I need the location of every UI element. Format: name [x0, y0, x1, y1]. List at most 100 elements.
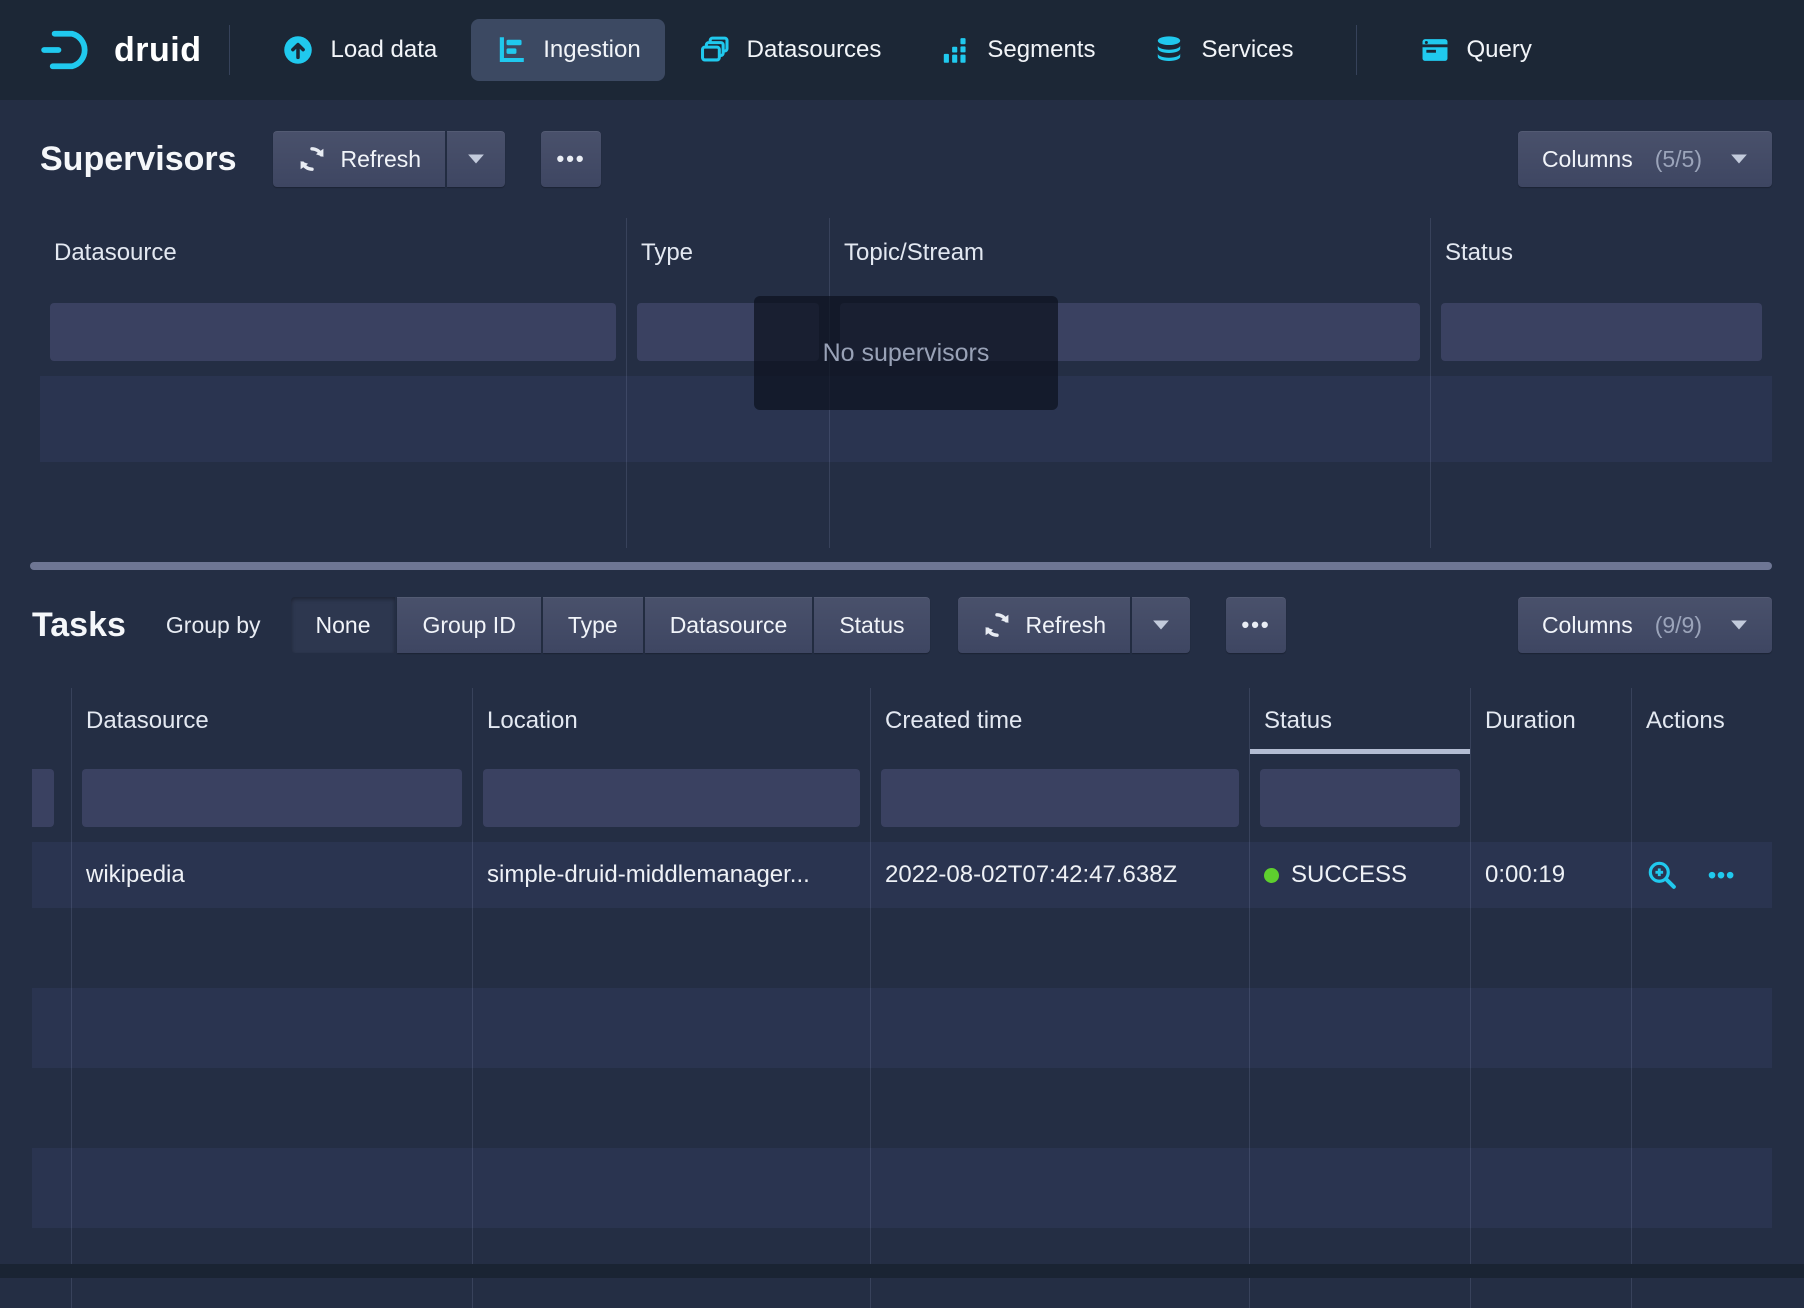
group-by-segmented-control: None Group ID Type Datasource Status [291, 597, 930, 653]
nav-segments[interactable]: Segments [915, 19, 1119, 81]
tasks-table: Datasource Location Created time Status … [32, 688, 1772, 1308]
upload-icon [282, 34, 314, 66]
more-icon: ••• [557, 146, 586, 172]
druid-logo[interactable]: druid [40, 27, 201, 73]
table-row [32, 1068, 1772, 1148]
column-header-datasource[interactable]: Datasource [72, 688, 473, 754]
tasks-title: Tasks [32, 606, 126, 645]
supervisors-section: Supervisors Refresh [0, 130, 1804, 570]
supervisors-table-header: Datasource Type Topic/Stream Status [40, 218, 1772, 288]
horizontal-scrollbar[interactable] [30, 562, 1772, 570]
supervisors-columns-button[interactable]: Columns (5/5) [1518, 131, 1772, 187]
tasks-columns-button[interactable]: Columns (9/9) [1518, 597, 1772, 653]
group-by-group-id-button[interactable]: Group ID [397, 597, 540, 653]
nav-item-label: Segments [987, 36, 1095, 64]
column-header-status[interactable]: Status [1250, 688, 1471, 754]
tasks-section: Tasks Group by None Group ID Type Dataso… [0, 596, 1804, 1308]
datasources-icon [699, 34, 731, 66]
columns-label: Columns [1542, 146, 1633, 173]
nav-item-label: Ingestion [543, 36, 640, 64]
task-actions-cell: ••• [1632, 842, 1772, 908]
supervisors-refresh-group: Refresh [273, 131, 506, 187]
column-header-type[interactable]: Type [627, 218, 830, 288]
nav-services[interactable]: Services [1129, 19, 1317, 81]
datasource-filter-input[interactable] [82, 769, 462, 827]
task-actions-more-icon[interactable]: ••• [1708, 862, 1735, 889]
tasks-refresh-group: Refresh [958, 597, 1191, 653]
supervisors-table: Datasource Type Topic/Stream Status No s… [40, 218, 1772, 548]
table-row [32, 1148, 1772, 1228]
supervisors-toolbar: Supervisors Refresh [40, 130, 1772, 188]
tasks-refresh-interval-button[interactable] [1132, 597, 1190, 653]
refresh-icon [982, 610, 1012, 640]
supervisors-more-button[interactable]: ••• [541, 131, 601, 187]
nav-datasources[interactable]: Datasources [675, 19, 906, 81]
druid-console: druid Load data [0, 0, 1804, 1308]
task-row[interactable]: wikipedia simple-druid-middlemanager... … [32, 842, 1772, 908]
status-badge: SUCCESS [1291, 861, 1407, 889]
no-supervisors-message: No supervisors [754, 296, 1058, 410]
supervisors-refresh-button[interactable]: Refresh [273, 131, 446, 187]
chevron-down-icon [1716, 153, 1748, 165]
column-header-actions[interactable]: Actions [1632, 688, 1772, 754]
status-filter-input[interactable] [1441, 303, 1762, 361]
refresh-label: Refresh [1026, 612, 1107, 639]
column-header-blank [32, 688, 72, 754]
group-by-datasource-button[interactable]: Datasource [645, 597, 813, 653]
more-icon: ••• [1242, 612, 1271, 638]
nav-item-label: Services [1201, 36, 1293, 64]
druid-logo-icon [40, 27, 98, 73]
task-status-cell: SUCCESS [1250, 842, 1471, 908]
column-header-location[interactable]: Location [473, 688, 871, 754]
nav-item-label: Query [1467, 36, 1532, 64]
nav-query[interactable]: Query [1395, 19, 1556, 81]
top-navbar: druid Load data [0, 0, 1804, 100]
refresh-icon [297, 144, 327, 174]
services-icon [1153, 34, 1185, 66]
nav-load-data[interactable]: Load data [258, 19, 461, 81]
columns-count: (9/9) [1655, 612, 1702, 639]
column-header-datasource[interactable]: Datasource [40, 218, 627, 288]
supervisors-refresh-interval-button[interactable] [447, 131, 505, 187]
chevron-down-icon [1152, 619, 1170, 631]
tasks-refresh-button[interactable]: Refresh [958, 597, 1131, 653]
table-row [32, 988, 1772, 1068]
segments-icon [939, 34, 971, 66]
table-row [40, 462, 1772, 548]
group-by-type-button[interactable]: Type [543, 597, 643, 653]
task-detail-magnifier-icon[interactable] [1646, 859, 1678, 891]
column-header-status[interactable]: Status [1431, 218, 1772, 288]
table-row [32, 908, 1772, 988]
column-header-created-time[interactable]: Created time [871, 688, 1250, 754]
columns-label: Columns [1542, 612, 1633, 639]
supervisors-title: Supervisors [40, 140, 237, 179]
task-created-time-cell: 2022-08-02T07:42:47.638Z [871, 842, 1250, 908]
nav-ingestion[interactable]: Ingestion [471, 19, 664, 81]
group-by-none-button[interactable]: None [291, 597, 396, 653]
nav-item-label: Datasources [747, 36, 882, 64]
column-header-topic-stream[interactable]: Topic/Stream [830, 218, 1431, 288]
task-datasource-cell: wikipedia [72, 842, 473, 908]
column-header-duration[interactable]: Duration [1471, 688, 1632, 754]
datasource-filter-input[interactable] [50, 303, 616, 361]
navbar-divider [1356, 25, 1357, 75]
created-time-filter-input[interactable] [881, 769, 1239, 827]
tasks-filter-row [32, 754, 1772, 842]
group-by-label: Group by [166, 612, 261, 639]
bottom-scrollbar-track[interactable] [0, 1264, 1804, 1278]
location-filter-input[interactable] [483, 769, 860, 827]
status-filter-input[interactable] [1260, 769, 1460, 827]
logo-text: druid [114, 31, 201, 70]
task-id-filter-input[interactable] [32, 769, 54, 827]
task-id-cell [32, 842, 72, 908]
status-success-dot [1264, 868, 1279, 883]
tasks-table-header: Datasource Location Created time Status … [32, 688, 1772, 754]
chevron-down-icon [467, 153, 485, 165]
group-by-status-button[interactable]: Status [814, 597, 929, 653]
refresh-label: Refresh [341, 146, 422, 173]
tasks-toolbar: Tasks Group by None Group ID Type Dataso… [32, 596, 1772, 654]
navbar-divider [229, 25, 230, 75]
tasks-more-button[interactable]: ••• [1226, 597, 1286, 653]
task-duration-cell: 0:00:19 [1471, 842, 1632, 908]
chevron-down-icon [1716, 619, 1748, 631]
